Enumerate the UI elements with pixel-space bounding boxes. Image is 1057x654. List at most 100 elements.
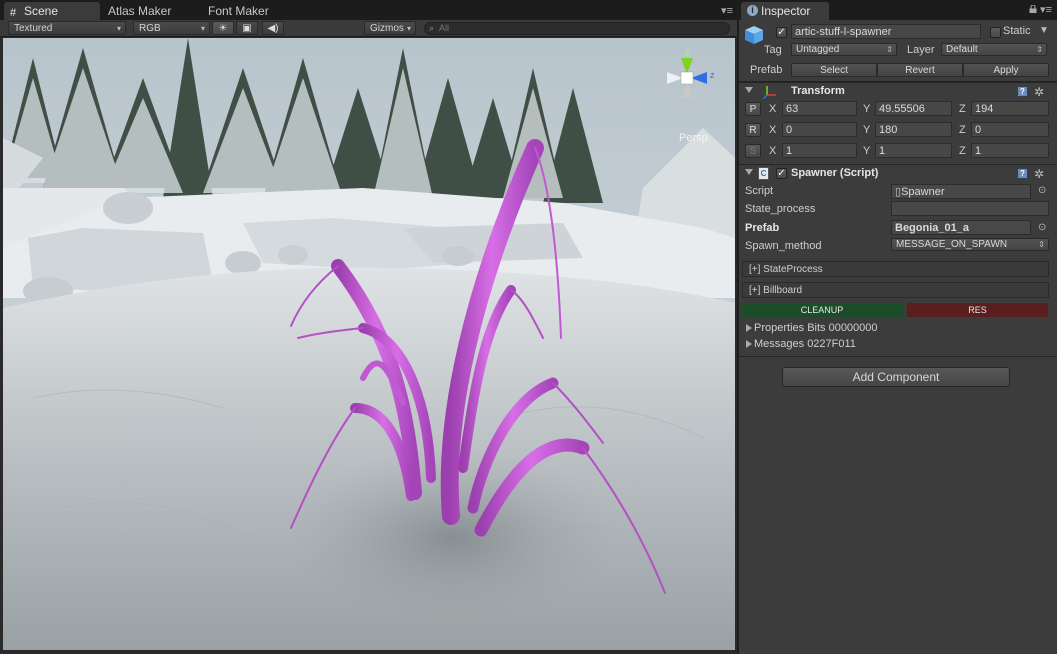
position-y-field[interactable]: 49.55506	[875, 101, 952, 116]
chevron-updown-icon: ⇕	[886, 45, 893, 54]
help-icon[interactable]: ?	[1017, 86, 1028, 97]
scene-viewport[interactable]: y z Persp	[3, 38, 735, 650]
state-process-section[interactable]: [+] StateProcess	[742, 261, 1049, 277]
scene-render	[3, 38, 735, 650]
gear-icon[interactable]: ✲	[1034, 168, 1044, 180]
transform-title: Transform	[791, 85, 845, 97]
foldout-arrow-icon[interactable]	[746, 324, 752, 332]
scale-y-value: 1	[879, 145, 886, 157]
script-icon: C	[758, 167, 769, 180]
color-mode-dropdown[interactable]: RGB ▾	[133, 21, 210, 35]
scene-search-placeholder: All	[439, 23, 450, 33]
pos-z-label: Z	[959, 103, 966, 115]
prefab-apply-button[interactable]: Apply	[963, 63, 1049, 77]
scale-x-field[interactable]: 1	[782, 143, 857, 158]
scene-toolbar: Textured ▾ RGB ▾ ☀ ▣ ◀) Gizmos ▾ ⌕ All	[0, 20, 737, 37]
gizmos-dropdown[interactable]: Gizmos ▾	[364, 21, 416, 35]
spawner-header[interactable]: C ✓ Spawner (Script) ? ✲	[739, 164, 1057, 182]
cleanup-button[interactable]: CLEANUP	[741, 303, 903, 317]
color-mode-value: RGB	[139, 23, 161, 34]
transform-header[interactable]: Transform ? ✲	[739, 82, 1057, 100]
gear-icon[interactable]: ✲	[1034, 86, 1044, 98]
image-effects-toggle[interactable]: ▣	[236, 21, 258, 35]
tab-font-maker[interactable]: Font Maker	[202, 2, 275, 20]
pos-x-label: X	[769, 103, 777, 115]
state-process-field[interactable]	[891, 201, 1049, 216]
prefab-field[interactable]: Begonia_01_a	[891, 220, 1031, 235]
s-label: S	[749, 146, 757, 157]
tag-value: Untagged	[796, 44, 840, 55]
spawn-method-label: Spawn_method	[745, 240, 822, 252]
script-field[interactable]: ▯Spawner	[891, 184, 1031, 199]
foldout-arrow-icon[interactable]	[746, 340, 752, 348]
static-label: Static	[1003, 25, 1031, 37]
object-name-value: artic-stuff-l-spawner	[795, 26, 892, 38]
scale-y-field[interactable]: 1	[875, 143, 952, 158]
help-icon[interactable]: ?	[1017, 168, 1028, 179]
position-z-field[interactable]: 194	[971, 101, 1049, 116]
chevron-down-icon: ▾	[116, 24, 121, 33]
prefab-revert-button[interactable]: Revert	[877, 63, 963, 77]
rotation-y-field[interactable]: 180	[875, 122, 952, 137]
messages[interactable]: Messages 0227F011	[754, 338, 856, 350]
reset-position-button[interactable]: P	[745, 102, 761, 116]
rot-x-label: X	[769, 124, 777, 136]
orientation-gizmo[interactable]: y z	[655, 46, 719, 110]
chevron-updown-icon: ⇕	[1038, 240, 1045, 249]
billboard-section-label: [+] Billboard	[749, 285, 803, 296]
foldout-arrow-icon[interactable]	[745, 87, 753, 93]
rot-y-label: Y	[863, 124, 871, 136]
lighting-toggle[interactable]: ☀	[212, 21, 234, 35]
tab-scene[interactable]: # Scene	[4, 2, 100, 20]
speaker-icon: ◀)	[267, 23, 279, 34]
tag-dropdown[interactable]: Untagged ⇕	[791, 43, 897, 56]
grid-icon: #	[10, 7, 17, 19]
spawner-enabled-checkbox[interactable]: ✓	[776, 168, 787, 179]
chevron-down-icon: ▾	[200, 24, 205, 33]
prefab-apply-label: Apply	[993, 65, 1019, 76]
res-button[interactable]: RES	[907, 303, 1048, 317]
tab-atlas-maker[interactable]: Atlas Maker	[102, 2, 177, 20]
reset-rotation-button[interactable]: R	[745, 123, 761, 137]
object-picker-icon[interactable]: ⊙	[1038, 185, 1046, 196]
object-picker-icon[interactable]: ⊙	[1038, 222, 1046, 233]
reset-scale-button[interactable]: S	[745, 144, 761, 158]
rotation-z-field[interactable]: 0	[971, 122, 1049, 137]
add-component-button[interactable]: Add Component	[782, 367, 1010, 387]
prefab-field-label: Prefab	[745, 222, 780, 234]
scale-z-field[interactable]: 1	[971, 143, 1049, 158]
pos-y-label: Y	[863, 103, 871, 115]
script-value: Spawner	[901, 186, 945, 198]
state-process-section-label: [+] StateProcess	[749, 264, 823, 275]
properties-bits[interactable]: Properties Bits 00000000	[754, 322, 878, 334]
inspector-panel: i Inspector ▾≡ ✓ artic-stuff-l-spawner St…	[739, 0, 1057, 654]
static-checkbox[interactable]	[990, 27, 1001, 38]
layer-dropdown[interactable]: Default ⇕	[941, 43, 1047, 56]
prefab-select-button[interactable]: Select	[791, 63, 877, 77]
panel-menu-icon[interactable]: ▾≡	[721, 4, 733, 17]
spawn-method-dropdown[interactable]: MESSAGE_ON_SPAWN ⇕	[891, 238, 1049, 251]
lock-icon[interactable]	[1029, 5, 1037, 13]
scene-search-input[interactable]: ⌕ All	[424, 22, 730, 35]
layer-value: Default	[946, 44, 978, 55]
billboard-section[interactable]: [+] Billboard	[742, 282, 1049, 298]
res-label: RES	[968, 305, 987, 315]
active-checkbox[interactable]: ✓	[776, 27, 787, 38]
scale-x-label: X	[769, 145, 777, 157]
render-mode-dropdown[interactable]: Textured ▾	[8, 21, 126, 35]
inspector-tab-bar: i Inspector ▾≡	[739, 0, 1057, 20]
object-name-field[interactable]: artic-stuff-l-spawner	[791, 24, 981, 39]
chevron-down-icon: ▾	[406, 24, 411, 33]
tab-inspector[interactable]: i Inspector	[741, 2, 829, 20]
static-dropdown-icon[interactable]: ▼	[1039, 25, 1049, 36]
audio-toggle[interactable]: ◀)	[262, 21, 284, 35]
rotation-x-field[interactable]: 0	[782, 122, 857, 137]
cube-icon	[745, 26, 763, 44]
scene-panel: # Scene Atlas Maker Font Maker ▾≡ Texture…	[0, 0, 737, 654]
chevron-updown-icon: ⇕	[1036, 45, 1043, 54]
position-x-field[interactable]: 63	[782, 101, 857, 116]
search-icon: ⌕	[429, 23, 435, 33]
sun-icon: ☀	[218, 23, 228, 34]
panel-menu-icon[interactable]: ▾≡	[1040, 3, 1052, 16]
foldout-arrow-icon[interactable]	[745, 169, 753, 175]
